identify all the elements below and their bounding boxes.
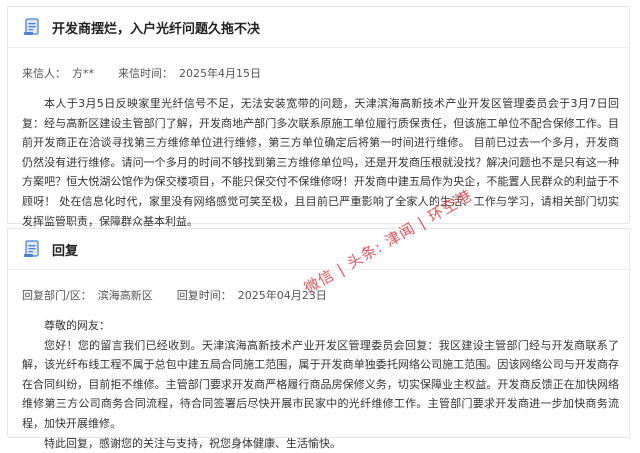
- sender-label: 来信人：: [22, 67, 66, 80]
- reply-body: 您好！您的留言我们已经收到。天津滨海高新技术产业开发区管理委员会回复：我区建设主…: [22, 338, 619, 430]
- document-icon: [22, 17, 42, 37]
- complaint-card: 开发商摆烂，入户光纤问题久拖不决 来信人： 方** 来信时间： 2025年4月1…: [7, 6, 630, 228]
- complaint-body: 本人于3月5日反映家里光纤信号不足，无法安装宽带的问题，天津滨海高新技术产业开发…: [22, 97, 619, 228]
- complaint-title: 开发商摆烂，入户光纤问题久拖不决: [52, 21, 261, 37]
- reply-dept-label: 回复部门/区：: [22, 289, 92, 302]
- reply-greeting: 尊敬的网友：: [44, 319, 110, 332]
- complaint-meta: 来信人： 方** 来信时间： 2025年4月15日: [8, 62, 629, 84]
- reply-meta: 回复部门/区： 滨海高新区 回复时间： 2025年04月23日: [8, 284, 629, 306]
- reply-closing: 特此回复，感谢您的关注与支持，祝您身体健康、生活愉快。: [44, 436, 341, 450]
- reply-body-block: 尊敬的网友： 您好！您的留言我们已经收到。天津滨海高新技术产业开发区管理委员会回…: [8, 316, 629, 453]
- send-time-label: 来信时间：: [118, 67, 173, 80]
- reply-time-value: 2025年04月23日: [237, 289, 327, 302]
- complaint-body-block: 本人于3月5日反映家里光纤信号不足，无法安装宽带的问题，天津滨海高新技术产业开发…: [8, 94, 629, 231]
- reply-title: 回复: [52, 243, 79, 259]
- reply-time-label: 回复时间：: [176, 289, 232, 302]
- complaint-header: 开发商摆烂，入户光纤问题久拖不决: [8, 7, 629, 48]
- reply-header: 回复: [8, 229, 629, 270]
- reply-card: 回复 回复部门/区： 滨海高新区 回复时间： 2025年04月23日 尊敬的网友…: [7, 228, 630, 450]
- send-time-value: 2025年4月15日: [179, 67, 261, 80]
- sender-value: 方**: [72, 67, 94, 80]
- reply-dept-value: 滨海高新区: [97, 289, 153, 302]
- document-icon: [22, 239, 42, 259]
